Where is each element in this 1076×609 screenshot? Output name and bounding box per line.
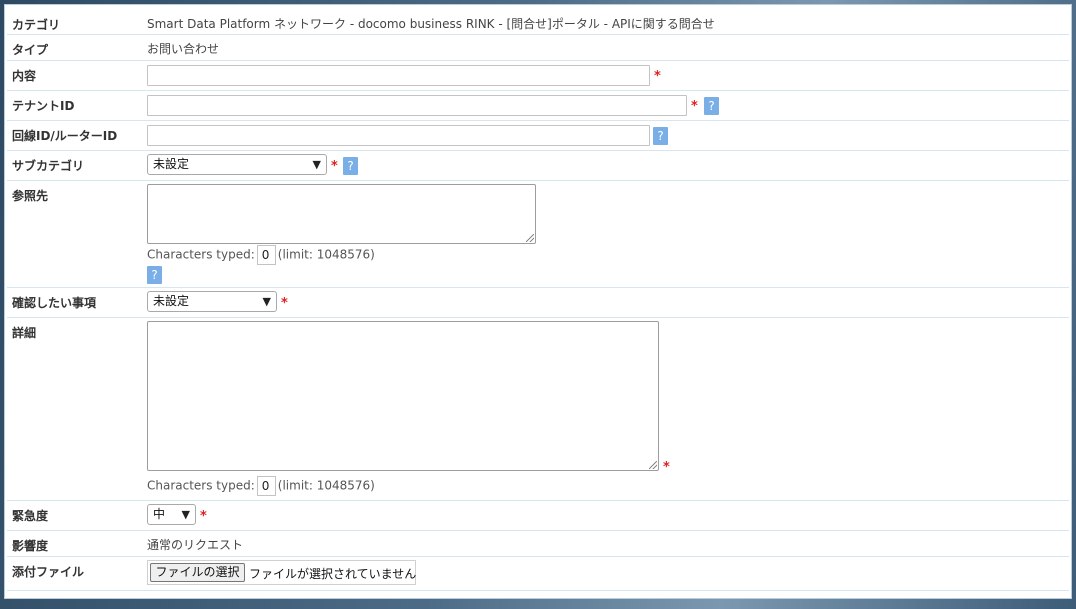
file-input[interactable]: ファイルの選択 ファイルが選択されていません — [147, 560, 416, 585]
reference-char-counter: Characters typed: 0 (limit: 1048576) — [147, 245, 375, 265]
counter-prefix: Characters typed: — [147, 478, 255, 493]
detail-char-counter: Characters typed: 0 (limit: 1048576) — [147, 476, 375, 496]
chevron-down-icon: ▼ — [181, 508, 190, 521]
help-icon[interactable]: ? — [704, 97, 719, 115]
counter-suffix: (limit: 1048576) — [277, 478, 375, 493]
help-icon[interactable]: ? — [343, 157, 358, 175]
label-category: カテゴリ — [12, 18, 61, 32]
required-marker: * — [663, 460, 670, 475]
label-confirm-item: 確認したい事項 — [12, 296, 97, 310]
label-detail: 詳細 — [12, 326, 37, 340]
required-marker: * — [281, 296, 288, 311]
required-marker: * — [654, 69, 661, 84]
urgency-selected: 中 — [153, 507, 166, 521]
confirm-item-selected: 未設定 — [153, 294, 190, 308]
label-impact: 影響度 — [12, 539, 49, 553]
required-marker: * — [691, 99, 698, 114]
required-marker: * — [200, 509, 207, 524]
line-router-id-input[interactable] — [147, 125, 650, 146]
tenant-id-input[interactable] — [147, 95, 687, 116]
resize-grip-icon[interactable] — [526, 234, 534, 242]
value-impact: 通常のリクエスト — [147, 538, 244, 552]
label-reference: 参照先 — [12, 189, 49, 203]
content-input[interactable] — [147, 65, 650, 86]
label-type: タイプ — [12, 43, 49, 57]
counter-value: 0 — [256, 476, 276, 496]
value-category: Smart Data Platform ネットワーク - docomo busi… — [147, 17, 715, 31]
help-icon[interactable]: ? — [653, 127, 668, 145]
row-impact: 影響度 通常のリクエスト — [7, 531, 1069, 557]
row-reference: 参照先 Characters typed: 0 (limit: 1048576) ? — [7, 181, 1069, 288]
label-content: 内容 — [12, 69, 37, 83]
detail-textarea[interactable] — [147, 321, 659, 471]
row-confirm-item: 確認したい事項 未設定 ▼ * — [7, 288, 1069, 318]
row-subcategory: サブカテゴリ 未設定 ▼ * ? — [7, 151, 1069, 181]
label-attachment: 添付ファイル — [12, 565, 85, 579]
row-urgency: 緊急度 中 ▼ * — [7, 501, 1069, 531]
resize-grip-icon[interactable] — [649, 461, 657, 469]
label-line-router-id: 回線ID/ルーターID — [12, 129, 118, 143]
label-urgency: 緊急度 — [12, 509, 49, 523]
counter-suffix: (limit: 1048576) — [277, 247, 375, 262]
chevron-down-icon: ▼ — [262, 295, 271, 308]
row-detail: 詳細 * Characters typed: 0 (limit: 1048576) — [7, 318, 1069, 501]
row-attachment: 添付ファイル ファイルの選択 ファイルが選択されていません — [7, 557, 1069, 591]
label-subcategory: サブカテゴリ — [12, 159, 85, 173]
required-marker: * — [331, 159, 338, 174]
row-content: 内容 * — [7, 61, 1069, 91]
row-type: タイプ お問い合わせ — [7, 35, 1069, 61]
row-category: カテゴリ Smart Data Platform ネットワーク - docomo… — [7, 10, 1069, 35]
counter-value: 0 — [256, 245, 276, 265]
confirm-item-select[interactable]: 未設定 ▼ — [147, 291, 277, 312]
ticket-form-panel: カテゴリ Smart Data Platform ネットワーク - docomo… — [4, 4, 1072, 599]
row-line-router-id: 回線ID/ルーターID ? — [7, 121, 1069, 151]
subcategory-selected: 未設定 — [153, 157, 190, 171]
label-tenant-id: テナントID — [12, 99, 75, 113]
reference-textarea[interactable] — [147, 184, 536, 244]
subcategory-select[interactable]: 未設定 ▼ — [147, 154, 327, 175]
file-status: ファイルが選択されていません — [249, 567, 417, 581]
urgency-select[interactable]: 中 ▼ — [147, 504, 196, 525]
counter-prefix: Characters typed: — [147, 247, 255, 262]
choose-file-button[interactable]: ファイルの選択 — [150, 563, 245, 582]
row-tenant-id: テナントID * ? — [7, 91, 1069, 121]
chevron-down-icon: ▼ — [312, 158, 321, 171]
help-icon[interactable]: ? — [147, 266, 162, 284]
value-type: お問い合わせ — [147, 42, 220, 56]
